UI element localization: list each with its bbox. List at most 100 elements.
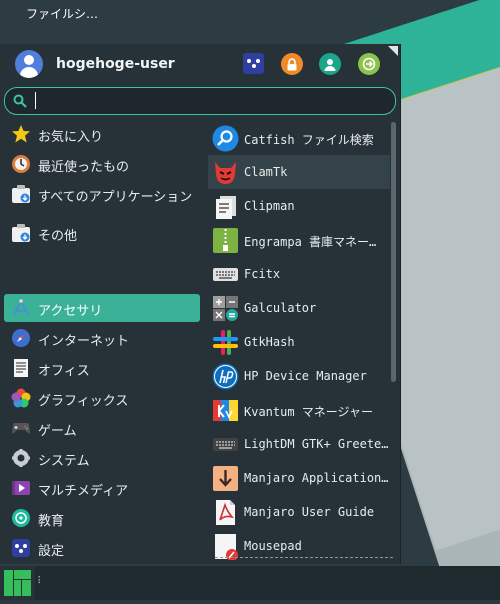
manjaro-logo-icon bbox=[4, 570, 31, 596]
category-internet[interactable]: インターネット bbox=[4, 324, 200, 352]
clamtk-icon bbox=[215, 162, 236, 184]
lightdm-icon bbox=[213, 438, 238, 451]
app-catfish[interactable]: Catfish ファイル検索 bbox=[208, 121, 390, 155]
app-lightdm-settings[interactable]: LightDM GTK+ Greete… bbox=[208, 427, 390, 461]
category-office[interactable]: オフィス bbox=[4, 354, 200, 382]
app-label: HP Device Manager bbox=[244, 369, 367, 383]
games-icon bbox=[12, 423, 30, 434]
category-multimedia[interactable]: マルチメディア bbox=[4, 474, 200, 502]
category-label: オフィス bbox=[38, 364, 90, 379]
app-kvantum[interactable]: Kvantum マネージャー bbox=[208, 393, 390, 427]
all-apps-icon bbox=[12, 185, 30, 203]
app-galculator[interactable]: Galculator bbox=[208, 291, 390, 325]
manjaro-menu-button[interactable] bbox=[0, 566, 35, 600]
category-all-apps[interactable]: すべてのアプリケーション bbox=[4, 180, 200, 208]
clipman-icon bbox=[216, 196, 236, 219]
category-graphics[interactable]: グラフィックス bbox=[4, 384, 200, 412]
education-icon bbox=[12, 509, 30, 527]
category-system[interactable]: システム bbox=[4, 444, 200, 472]
category-label: システム bbox=[38, 454, 90, 469]
app-label: Manjaro User Guide bbox=[244, 505, 375, 519]
application-list: Catfish ファイル検索 ClamTk Clipman Engrampa 書… bbox=[208, 121, 390, 564]
pdf-icon bbox=[216, 500, 235, 525]
menu-header: hogehoge-user bbox=[0, 44, 400, 84]
category-label: アクセサリ bbox=[38, 304, 103, 319]
category-settings[interactable]: 設定 bbox=[4, 534, 200, 562]
internet-icon bbox=[12, 329, 30, 347]
app-label: ClamTk bbox=[244, 165, 288, 179]
category-label: マルチメディア bbox=[38, 484, 129, 499]
catfish-icon bbox=[212, 125, 239, 152]
recent-icon bbox=[12, 155, 30, 173]
switch-user-button[interactable] bbox=[319, 53, 341, 75]
app-label: Fcitx bbox=[244, 267, 281, 281]
search-icon bbox=[13, 94, 27, 108]
app-gtkhash[interactable]: GtkHash bbox=[208, 325, 390, 359]
app-clipman[interactable]: Clipman bbox=[208, 189, 390, 223]
multimedia-icon bbox=[12, 481, 30, 495]
category-label: その他 bbox=[38, 229, 78, 244]
logout-button[interactable] bbox=[358, 53, 380, 75]
category-favorites[interactable]: お気に入り bbox=[4, 120, 200, 148]
settings-icon bbox=[12, 539, 30, 557]
app-manjaro-application-utility[interactable]: Manjaro Application… bbox=[208, 461, 390, 495]
search-box[interactable] bbox=[4, 87, 396, 115]
kvantum-icon bbox=[213, 400, 238, 421]
hp-icon bbox=[212, 363, 239, 390]
desktop-icon-label[interactable]: ファイルシ… bbox=[26, 5, 98, 22]
panel-handle[interactable]: ⠇ bbox=[37, 576, 44, 587]
user-icon bbox=[324, 58, 336, 71]
settings-button[interactable] bbox=[243, 53, 264, 74]
lock-screen-button[interactable] bbox=[281, 53, 303, 75]
app-manjaro-user-guide[interactable]: Manjaro User Guide bbox=[208, 495, 390, 529]
search-input[interactable] bbox=[33, 90, 377, 112]
accessories-icon bbox=[13, 298, 29, 316]
app-label: Kvantum マネージャー bbox=[244, 405, 373, 419]
office-icon bbox=[14, 359, 28, 377]
text-caret bbox=[35, 92, 36, 109]
category-label: インターネット bbox=[38, 334, 130, 349]
app-clamtk[interactable]: ClamTk bbox=[208, 155, 390, 189]
graphics-icon bbox=[11, 388, 31, 408]
category-label: ゲーム bbox=[38, 424, 77, 439]
app-label: GtkHash bbox=[244, 335, 295, 349]
app-label: Galculator bbox=[244, 301, 317, 315]
whisker-menu: hogehoge-user お気に入り 最近使ったもの すべてのアプリケーション… bbox=[0, 44, 401, 564]
category-label: 教育 bbox=[38, 514, 65, 529]
avatar[interactable] bbox=[15, 50, 43, 78]
lock-icon bbox=[287, 57, 297, 70]
keyboard-icon bbox=[213, 268, 238, 281]
category-games[interactable]: ゲーム bbox=[4, 414, 200, 442]
other-icon bbox=[12, 224, 30, 242]
app-hp-device-manager[interactable]: HP Device Manager bbox=[208, 359, 390, 393]
calculator-icon bbox=[213, 296, 238, 321]
settings-icon bbox=[247, 59, 260, 68]
category-label: グラフィックス bbox=[38, 394, 129, 409]
app-label: Clipman bbox=[244, 199, 295, 213]
category-recent[interactable]: 最近使ったもの bbox=[4, 150, 200, 178]
app-label: Manjaro Application… bbox=[244, 471, 389, 485]
category-label: 設定 bbox=[38, 544, 65, 559]
username-label: hogehoge-user bbox=[56, 56, 175, 72]
category-other[interactable]: その他 bbox=[4, 219, 200, 247]
category-label: すべてのアプリケーション bbox=[38, 190, 193, 205]
category-label: 最近使ったもの bbox=[38, 160, 130, 175]
separator bbox=[215, 557, 393, 558]
app-fcitx[interactable]: Fcitx bbox=[208, 257, 390, 291]
app-list-scrollbar[interactable] bbox=[391, 122, 396, 382]
app-label: Engrampa 書庫マネー… bbox=[244, 235, 377, 249]
app-label: Mousepad bbox=[244, 539, 302, 553]
category-accessories[interactable]: アクセサリ bbox=[4, 294, 200, 322]
app-engrampa[interactable]: Engrampa 書庫マネー… bbox=[208, 223, 390, 257]
taskbar: ⠇ bbox=[0, 566, 500, 600]
star-icon bbox=[12, 125, 30, 143]
app-label: Catfish ファイル検索 bbox=[244, 133, 374, 147]
category-label: お気に入り bbox=[38, 130, 104, 145]
system-icon bbox=[12, 449, 30, 467]
gtkhash-icon bbox=[213, 330, 238, 355]
download-icon bbox=[213, 466, 238, 491]
logout-icon bbox=[362, 57, 376, 71]
engrampa-icon bbox=[213, 228, 238, 253]
category-education[interactable]: 教育 bbox=[4, 504, 200, 532]
mousepad-icon bbox=[215, 534, 238, 560]
